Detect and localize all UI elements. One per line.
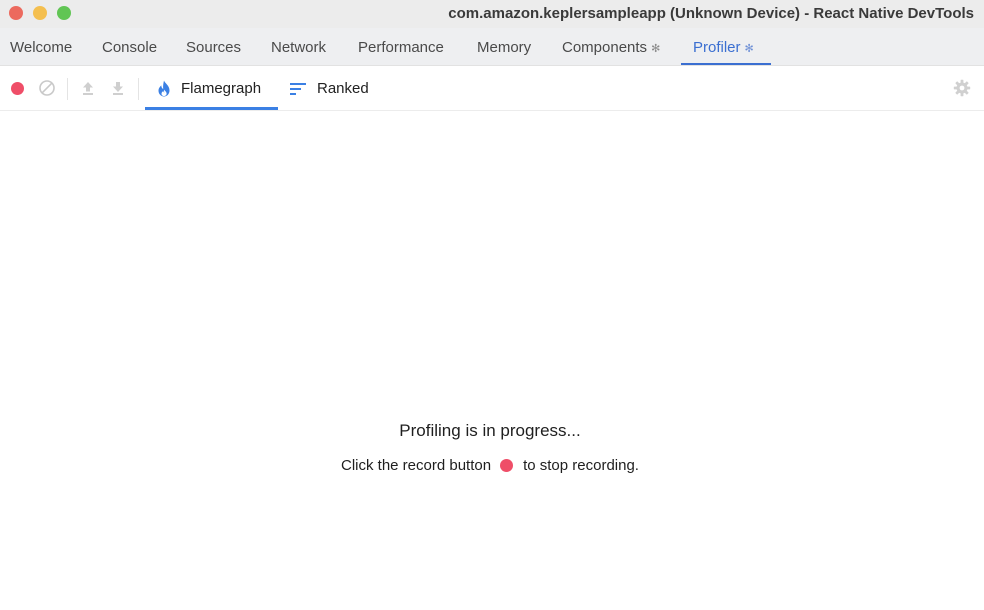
- window-title: com.amazon.keplersampleapp (Unknown Devi…: [448, 5, 974, 22]
- tab-label: Welcome: [10, 39, 73, 56]
- tab-label: Profiler: [693, 39, 741, 56]
- tab-memory[interactable]: Memory: [477, 28, 531, 66]
- record-button[interactable]: [10, 81, 24, 95]
- profiler-main-panel: Profiling is in progress... Click the re…: [0, 111, 984, 610]
- tab-performance[interactable]: Performance: [358, 28, 444, 66]
- gear-icon: ✻: [744, 43, 754, 55]
- title-bar: com.amazon.keplersampleapp (Unknown Devi…: [0, 0, 984, 28]
- no-entry-icon: [39, 80, 55, 96]
- record-dot-icon: [500, 459, 514, 472]
- recording-hint: Click the record button to stop recordin…: [0, 457, 980, 474]
- devtools-tab-strip: Welcome Console Sources Network Performa…: [0, 28, 984, 66]
- maximize-window-button[interactable]: [57, 6, 71, 20]
- active-tab-indicator: [681, 63, 771, 65]
- record-dot-icon: [10, 81, 24, 95]
- flamegraph-label: Flamegraph: [181, 80, 262, 97]
- tab-label: Components: [562, 39, 648, 56]
- hint-text-before: Click the record button: [341, 457, 492, 474]
- tab-ranked[interactable]: Ranked: [290, 66, 369, 111]
- tab-components[interactable]: Components ✻: [562, 28, 660, 66]
- gear-icon: [953, 79, 971, 97]
- upload-icon: [83, 82, 93, 95]
- close-window-button[interactable]: [9, 6, 23, 20]
- download-icon: [113, 82, 123, 95]
- minimize-window-button[interactable]: [33, 6, 47, 20]
- tab-welcome[interactable]: Welcome: [10, 28, 72, 66]
- tab-label: Console: [102, 39, 158, 56]
- toolbar-divider: [138, 78, 139, 100]
- profiling-status-title: Profiling is in progress...: [399, 421, 581, 440]
- tab-label: Network: [271, 39, 327, 56]
- ranked-icon: [290, 82, 307, 96]
- tab-profiler[interactable]: Profiler ✻: [693, 28, 754, 66]
- toolbar-divider: [67, 78, 68, 100]
- tab-console[interactable]: Console: [102, 28, 157, 66]
- hint-text-after: to stop recording.: [523, 457, 639, 474]
- tab-label: Performance: [358, 39, 444, 56]
- profiler-toolbar: Flamegraph Ranked: [0, 66, 984, 111]
- tab-flamegraph[interactable]: Flamegraph: [157, 66, 261, 111]
- gear-icon: ✻: [651, 43, 661, 55]
- tab-label: Sources: [186, 39, 242, 56]
- settings-button[interactable]: [953, 79, 971, 97]
- save-profile-button[interactable]: [109, 79, 127, 97]
- active-view-indicator: [145, 107, 278, 110]
- load-profile-button[interactable]: [79, 79, 97, 97]
- ranked-label: Ranked: [317, 80, 369, 97]
- tab-label: Memory: [477, 39, 532, 56]
- tab-sources[interactable]: Sources: [186, 28, 241, 66]
- clear-profile-button[interactable]: [38, 79, 56, 97]
- tab-network[interactable]: Network: [271, 28, 326, 66]
- flame-icon: [157, 80, 171, 97]
